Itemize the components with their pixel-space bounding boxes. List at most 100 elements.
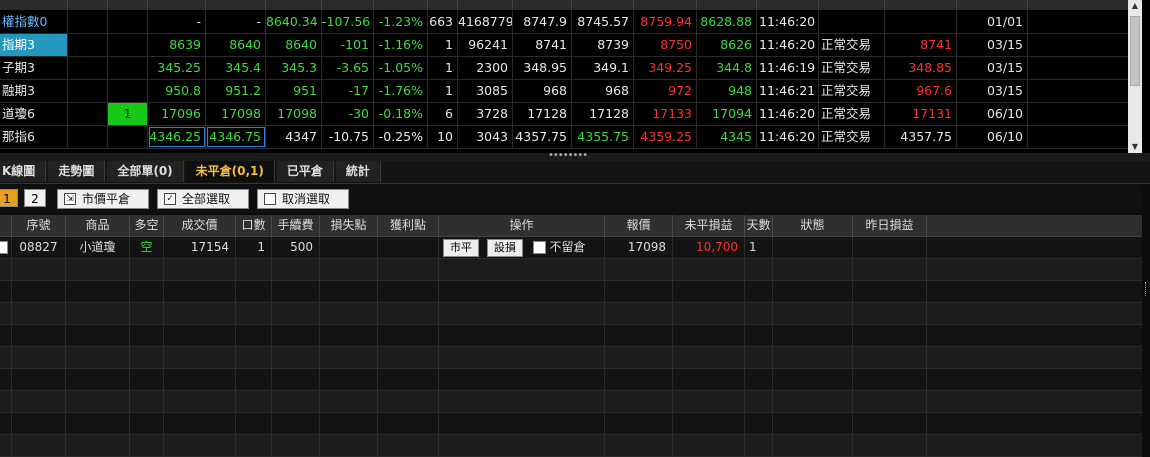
quote-cell-last: 951 — [266, 80, 322, 102]
quote-row[interactable]: 道瓊6 1 17096 17098 17098 -30 -0.18% 6 3728 17128 17… — [0, 103, 1128, 126]
empty-cell — [673, 281, 745, 302]
quote-cell-chg: -17 — [322, 80, 374, 102]
empty-cell — [927, 413, 1142, 434]
quote-cell-total: 96241 — [458, 34, 513, 56]
empty-cell — [673, 303, 745, 324]
deselect-button[interactable]: 取消選取 — [257, 189, 349, 209]
scroll-up-icon[interactable]: ▲ — [1128, 0, 1142, 12]
tab-all-orders[interactable]: 全部單(0) — [107, 161, 184, 182]
quote-cell-total: 2300 — [458, 57, 513, 79]
empty-row — [0, 303, 1142, 325]
quote-cell-chg: -30 — [322, 103, 374, 125]
empty-cell — [320, 413, 378, 434]
empty-cell — [773, 391, 853, 412]
quote-cell-last: 8640.34 — [266, 11, 322, 33]
quote-cell-open: 8745.57 — [572, 11, 634, 33]
cell-unrealized: 10,700 — [673, 237, 745, 258]
quote-cell-limit: 348.85 — [885, 57, 957, 79]
quote-cell-bid: 8639 — [148, 34, 206, 56]
quote-panel: 權指數0- -8640.34 -107.56 -1.23% 663 4168779 8747… — [0, 0, 1150, 153]
empty-cell — [927, 281, 1142, 302]
empty-cell — [605, 281, 673, 302]
empty-cell — [320, 281, 378, 302]
tab-bar: K線圖 走勢圖 全部單(0) 未平倉(0,1) 已平倉 統計 — [0, 161, 1150, 184]
empty-cell — [673, 435, 745, 456]
empty-cell — [927, 391, 1142, 412]
empty-cell — [605, 435, 673, 456]
market-close-row-button[interactable]: 市平 — [443, 238, 479, 257]
quote-cell-bid: 17096 — [148, 103, 206, 125]
tab-open-positions[interactable]: 未平倉(0,1) — [185, 161, 275, 182]
quote-row[interactable]: 指期3 8639 8640 8640 -101 -1.16% 1 96241 8741 8739 8… — [0, 34, 1128, 57]
page-1-button[interactable]: 1 — [0, 189, 18, 207]
set-stop-loss-button[interactable]: 設損 — [486, 238, 523, 257]
quote-cell-low: 8626 — [697, 34, 757, 56]
quote-cell-time: 11:46:20 — [757, 103, 819, 125]
scroll-thumb[interactable] — [1130, 16, 1140, 86]
empty-cell — [130, 303, 164, 324]
quote-cell-last: 17098 — [266, 103, 322, 125]
empty-cell — [164, 325, 236, 346]
row-select-cell[interactable] — [0, 237, 12, 258]
no-overnight-checkbox[interactable] — [532, 241, 546, 254]
position-row[interactable]: 08827 小道瓊 空 17154 1 500 市平 設損 不留倉 17098 … — [0, 237, 1142, 259]
quote-scrollbar[interactable]: ▲ ▼ — [1128, 0, 1142, 153]
quote-cell-bid: 345.25 — [148, 57, 206, 79]
empty-cell — [130, 281, 164, 302]
quote-cell-last: 4347 — [266, 126, 322, 148]
tab-closed-positions[interactable]: 已平倉 — [276, 161, 334, 182]
quote-cell-time: 11:46:20 — [757, 126, 819, 148]
scroll-down-icon[interactable]: ▼ — [1128, 141, 1142, 153]
quote-cell-name: 子期3 — [0, 57, 68, 79]
quote-cell-open: 17128 — [572, 103, 634, 125]
empty-cell — [605, 325, 673, 346]
quote-cell-status — [819, 11, 885, 33]
empty-cell — [439, 281, 605, 302]
quote-cell-bid: 950.8 — [148, 80, 206, 102]
empty-cell — [378, 281, 439, 302]
empty-cell — [236, 325, 272, 346]
tab-trend[interactable]: 走勢圖 — [48, 161, 106, 182]
empty-cell — [130, 347, 164, 368]
empty-cell — [66, 259, 130, 280]
empty-cell — [164, 391, 236, 412]
row-checkbox[interactable] — [0, 241, 8, 254]
select-all-button[interactable]: ✓ 全部選取 — [157, 189, 249, 209]
empty-cell — [66, 281, 130, 302]
page-2-button[interactable]: 2 — [24, 189, 46, 207]
positions-grid: 序號 商品 多空 成交價 口數 手續費 損失點 獲利點 操作 報價 未平損益 天… — [0, 215, 1142, 457]
quote-row[interactable]: 權指數0- -8640.34 -107.56 -1.23% 663 4168779 8747… — [0, 11, 1128, 34]
market-close-button[interactable]: ⇲ 市價平倉 — [57, 189, 149, 209]
empty-cell — [439, 391, 605, 412]
cell-seq: 08827 — [12, 237, 66, 258]
tab-kline[interactable]: K線圖 — [0, 161, 47, 182]
quote-cell-ask: 345.4 — [206, 57, 266, 79]
quote-cell-f1 — [68, 57, 108, 79]
quote-row[interactable]: 子期3 345.25 345.4 345.3 -3.65 -1.05% 1 2300 348.9… — [0, 57, 1128, 80]
quote-cell-vol: 1 — [428, 34, 458, 56]
quote-cell-chg: -3.65 — [322, 57, 374, 79]
quote-cell-chg: -101 — [322, 34, 374, 56]
header-lots: 口數 — [236, 215, 272, 236]
splitter-grip-icon[interactable]: •••••••• — [548, 150, 588, 161]
empty-cell — [272, 413, 320, 434]
cell-stop-loss[interactable] — [320, 237, 378, 258]
quote-cell-f1 — [68, 80, 108, 102]
quote-cell-ask: 8640 — [206, 34, 266, 56]
quote-row[interactable]: 融期3 950.8 951.2 951 -17 -1.76% 1 3085 968 968 972 9… — [0, 80, 1128, 103]
quote-row[interactable]: 那指6 4346.25 4346.75 4347 -10.75 -0.25% 10 3043 4… — [0, 126, 1128, 149]
empty-row — [0, 259, 1142, 281]
panel-splitter[interactable]: •••••••• — [0, 150, 1150, 161]
empty-row — [0, 325, 1142, 347]
empty-cell — [164, 259, 236, 280]
resize-grip-icon[interactable] — [1145, 282, 1149, 296]
tab-statistics[interactable]: 統計 — [335, 161, 381, 182]
quote-cell-limit — [885, 11, 957, 33]
quote-cell-chg: -10.75 — [322, 126, 374, 148]
empty-cell — [853, 303, 927, 324]
quote-cell-pct: -0.25% — [374, 126, 428, 148]
cell-take-profit[interactable] — [378, 237, 439, 258]
quote-cell-ask: 4346.75 — [206, 126, 266, 148]
empty-cell — [605, 391, 673, 412]
empty-cell — [320, 347, 378, 368]
